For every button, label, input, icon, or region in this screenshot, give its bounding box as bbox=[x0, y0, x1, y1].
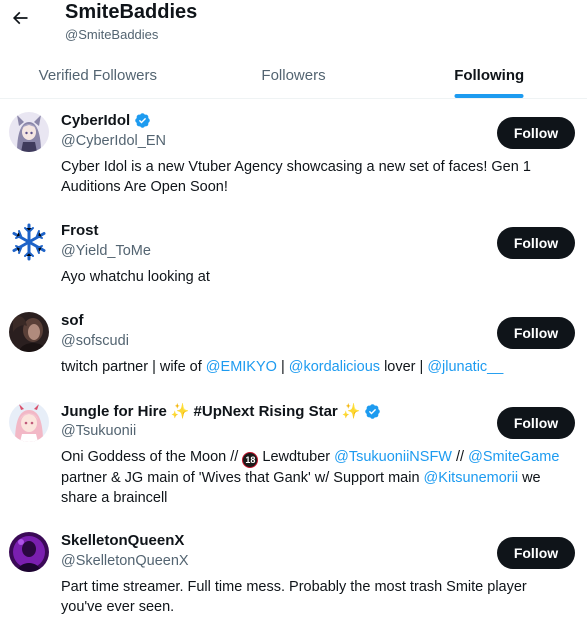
sparkles-icon: ✨ bbox=[170, 403, 190, 420]
avatar[interactable] bbox=[9, 532, 49, 572]
user-name-extra: #UpNext Rising Star bbox=[193, 402, 338, 420]
sparkles-icon: ✨ bbox=[341, 403, 361, 420]
user-name[interactable]: Frost bbox=[61, 222, 99, 239]
avatar[interactable] bbox=[9, 222, 49, 262]
active-tab-indicator bbox=[454, 94, 524, 98]
user-name[interactable]: SkelletonQueenX bbox=[61, 532, 184, 549]
tab-followers[interactable]: Followers bbox=[196, 52, 392, 98]
follow-button[interactable]: Follow bbox=[497, 317, 575, 349]
follow-button[interactable]: Follow bbox=[497, 227, 575, 259]
user-name-row: Jungle for Hire ✨ #UpNext Rising Star ✨ bbox=[61, 402, 381, 420]
user-bio: twitch partner | wife of @EMIKYO | @kord… bbox=[61, 357, 561, 377]
follow-button[interactable]: Follow bbox=[497, 407, 575, 439]
bio-text: Lewdtuber bbox=[258, 449, 335, 465]
bio-text: partner & JG main of 'Wives that Gank' w… bbox=[61, 470, 424, 486]
tab-label: Followers bbox=[261, 66, 326, 84]
profile-header: SmiteBaddies @SmiteBaddies bbox=[0, 0, 587, 52]
mention-link[interactable]: @kordalicious bbox=[289, 359, 380, 375]
user-name[interactable]: Jungle for Hire bbox=[61, 403, 167, 420]
user-handle: @sofscudi bbox=[61, 333, 129, 349]
bio-text: // bbox=[452, 449, 469, 465]
tab-bar: Verified Followers Followers Following bbox=[0, 52, 587, 99]
mention-link[interactable]: @Kitsunemorii bbox=[424, 470, 519, 486]
user-bio: Cyber Idol is a new Vtuber Agency showca… bbox=[61, 157, 561, 197]
bio-text: Ayo whatchu looking at bbox=[61, 269, 210, 285]
bio-text: twitch partner | wife of bbox=[61, 359, 206, 375]
tab-following[interactable]: Following bbox=[391, 52, 587, 98]
tab-label: Verified Followers bbox=[38, 66, 158, 84]
follow-button[interactable]: Follow bbox=[497, 117, 575, 149]
bio-text: Oni Goddess of the Moon // bbox=[61, 449, 243, 465]
page-title: SmiteBaddies bbox=[65, 1, 198, 23]
user-cell[interactable]: Frost @Yield_ToMe Ayo whatchu looking at… bbox=[0, 210, 587, 300]
user-handle: @CyberIdol_EN bbox=[61, 133, 166, 149]
user-bio: Part time streamer. Full time mess. Prob… bbox=[61, 577, 561, 617]
tab-label: Following bbox=[454, 66, 525, 84]
user-handle: @SkelletonQueenX bbox=[61, 553, 189, 569]
age-18-badge-icon: 18 bbox=[242, 452, 259, 468]
user-cell[interactable]: Jungle for Hire ✨ #UpNext Rising Star ✨ … bbox=[0, 390, 587, 520]
user-name-row: CyberIdol bbox=[61, 112, 151, 129]
verified-badge-icon bbox=[365, 403, 381, 419]
user-handle: @Yield_ToMe bbox=[61, 243, 151, 259]
user-name-row: SkelletonQueenX bbox=[61, 532, 184, 549]
bio-text: Part time streamer. Full time mess. Prob… bbox=[61, 579, 527, 615]
mention-link[interactable]: @SmiteGame bbox=[468, 449, 559, 465]
avatar[interactable] bbox=[9, 112, 49, 152]
bio-text: Cyber Idol is a new Vtuber Agency showca… bbox=[61, 159, 531, 195]
page-subtitle: @SmiteBaddies bbox=[65, 27, 159, 42]
tab-verified-followers[interactable]: Verified Followers bbox=[0, 52, 196, 98]
arrow-left-icon bbox=[12, 11, 28, 25]
user-cell[interactable]: CyberIdol @CyberIdol_EN Cyber Idol is a … bbox=[0, 100, 587, 210]
avatar[interactable] bbox=[9, 312, 49, 352]
user-bio: Oni Goddess of the Moon // 18 Lewdtuber … bbox=[61, 447, 561, 508]
user-name[interactable]: CyberIdol bbox=[61, 112, 130, 129]
bio-text: lover | bbox=[380, 359, 428, 375]
bio-text: | bbox=[276, 359, 289, 375]
user-bio: Ayo whatchu looking at bbox=[61, 267, 561, 287]
user-handle: @Tsukuonii bbox=[61, 423, 137, 439]
user-name[interactable]: sof bbox=[61, 312, 84, 329]
mention-link[interactable]: @jlunatic__ bbox=[427, 359, 503, 375]
follow-button[interactable]: Follow bbox=[497, 537, 575, 569]
mention-link[interactable]: @EMIKYO bbox=[206, 359, 277, 375]
avatar[interactable] bbox=[9, 402, 49, 442]
mention-link[interactable]: @TsukuoniiNSFW bbox=[334, 449, 452, 465]
user-cell[interactable]: SkelletonQueenX @SkelletonQueenX Part ti… bbox=[0, 520, 587, 621]
user-name-row: sof bbox=[61, 312, 84, 329]
user-cell[interactable]: sof @sofscudi twitch partner | wife of @… bbox=[0, 300, 587, 390]
back-button[interactable] bbox=[8, 6, 32, 30]
user-name-row: Frost bbox=[61, 222, 99, 239]
verified-badge-icon bbox=[135, 113, 150, 128]
